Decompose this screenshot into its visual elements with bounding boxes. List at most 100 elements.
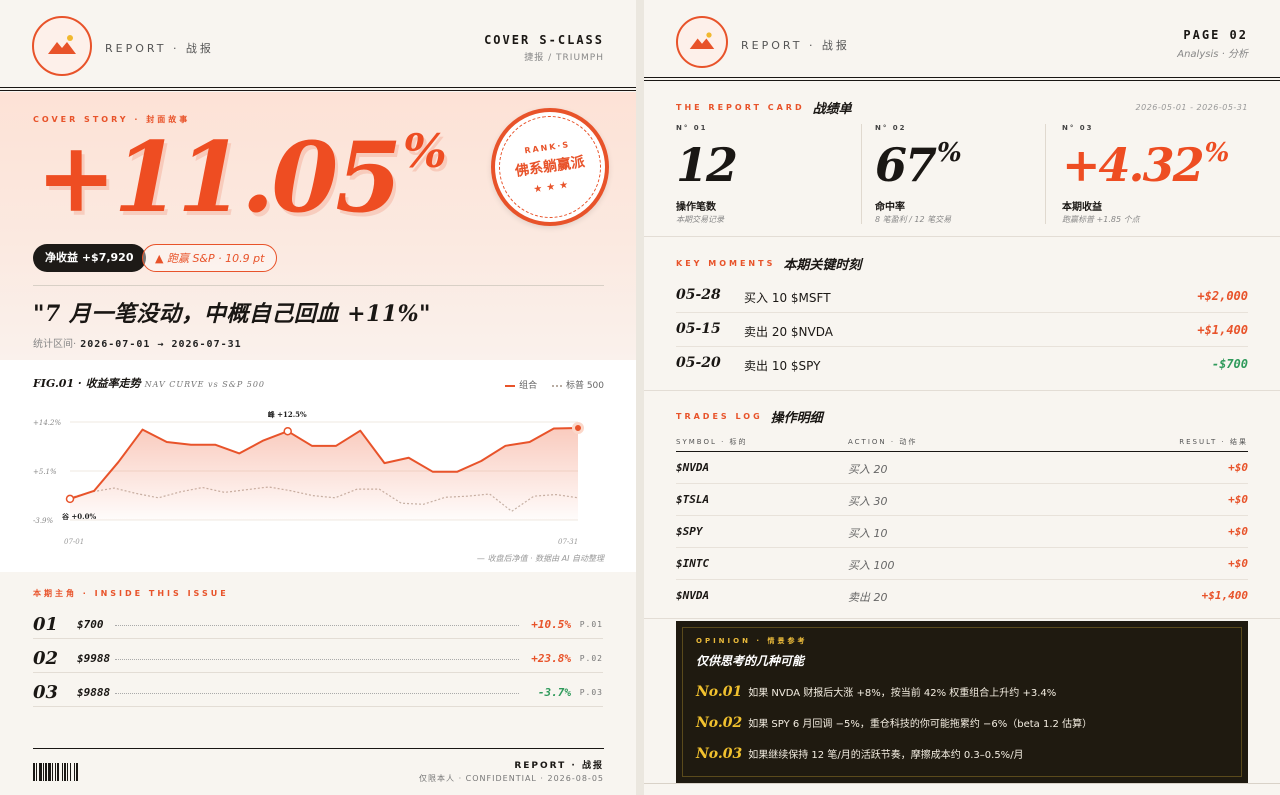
issue-number: 02 xyxy=(33,648,59,669)
moment-result: +$2,000 xyxy=(1197,289,1248,303)
stat-label: 命中率 xyxy=(875,202,905,213)
moment-action: 卖出 20 $NVDA xyxy=(744,325,833,339)
x-tick-label: 07-31 xyxy=(558,538,578,546)
stat-value-unit: % xyxy=(1204,138,1230,168)
barcode-bar xyxy=(39,763,42,781)
figure-note: — 收盘后净值 · 数据由 AI 自动整理 xyxy=(476,554,604,563)
y-tick-label: +14.2% xyxy=(33,419,61,427)
opinion-number: No.02 xyxy=(696,715,743,731)
trade-row[interactable]: $NVDA 卖出 20 +$1,400 xyxy=(676,580,1248,612)
report-card-heading: THE REPORT CARD 战绩单 xyxy=(676,97,852,117)
moment-row[interactable]: 05-15 卖出 20 $NVDA +$1,400 xyxy=(676,313,1248,347)
mountain-logo-icon xyxy=(676,16,728,68)
leader-dots xyxy=(115,693,519,694)
big-return-value: +11.05% xyxy=(36,128,447,226)
stat-note: 本期交易记录 xyxy=(676,215,724,224)
moments-title: 本期关键时刻 xyxy=(783,258,862,273)
trade-row[interactable]: $TSLA 买入 30 +$0 xyxy=(676,484,1248,516)
moment-action: 买入 10 $MSFT xyxy=(744,291,831,305)
trade-row[interactable]: $NVDA 买入 20 +$0 xyxy=(676,452,1248,484)
col-symbol: SYMBOL · 标的 xyxy=(676,438,748,446)
beat-sp-pill: ▲ 跑赢 S&P · 10.9 pt xyxy=(142,244,278,272)
header-rule xyxy=(644,77,1280,81)
trough-label: 谷 +0.0% xyxy=(62,512,96,521)
issue-page: P.01 xyxy=(579,620,603,629)
opinion-number: No.03 xyxy=(696,746,743,762)
moment-row[interactable]: 05-20 卖出 10 $SPY -$700 xyxy=(676,347,1248,381)
issue-row[interactable]: 03 $9888 -3.7% P.03 xyxy=(33,674,603,707)
point-end xyxy=(572,421,584,434)
issue-amount: $9988 xyxy=(77,652,111,665)
report-card-dates: 2026-05-01 - 2026-05-31 xyxy=(1135,103,1248,112)
trades-heading: TRADES LOG 操作明细 xyxy=(676,406,823,426)
trade-action: 卖出 20 xyxy=(848,591,888,604)
header-rule xyxy=(0,87,636,91)
stat-divider xyxy=(1045,124,1046,224)
y-tick-label: +5.1% xyxy=(33,468,57,476)
barcode-bar xyxy=(55,763,56,781)
stat-number: N° 03 xyxy=(1062,124,1094,132)
trade-result: +$0 xyxy=(1228,461,1248,474)
section-divider xyxy=(644,236,1280,237)
trade-row[interactable]: $SPY 买入 10 +$0 xyxy=(676,516,1248,548)
stat-value: 12 xyxy=(676,138,738,193)
opinion-number: No.01 xyxy=(696,684,743,700)
stat-value-number: 12 xyxy=(676,138,738,192)
stat-note: 8 笔盈利 / 12 笔交易 xyxy=(875,215,952,224)
stat-label: 本期收益 xyxy=(1062,202,1102,213)
opinion-panel: OPINION · 情景参考 仅供思考的几种可能 No.01 如果 NVDA 财报… xyxy=(676,621,1248,783)
rank-badge: RANK·S 佛系躺赢派 ★★★ xyxy=(491,108,609,226)
stat-number: N° 02 xyxy=(875,124,907,132)
trade-symbol: $TSLA xyxy=(676,493,710,506)
page-subtitle: Analysis · 分析 xyxy=(1177,49,1248,60)
trade-symbol: $NVDA xyxy=(676,589,710,602)
issue-row[interactable]: 01 $700 +10.5% P.01 xyxy=(33,606,603,639)
point-peak xyxy=(283,426,292,436)
moment-result: -$700 xyxy=(1211,357,1248,371)
stat-value-unit: % xyxy=(937,138,962,168)
report-card-kicker: THE REPORT CARD xyxy=(676,103,805,112)
trade-row[interactable]: $INTC 买入 100 +$0 xyxy=(676,548,1248,580)
header: REPORT · 战报 COVER S-CLASS 捷报 / TRIUMPH xyxy=(0,0,636,90)
big-return-number: +11.05 xyxy=(36,121,402,234)
stat-label: 操作笔数 xyxy=(676,202,716,213)
barcode-bar xyxy=(62,763,63,781)
barcode-bar xyxy=(70,763,71,781)
opinion-item: No.02 如果 SPY 6 月回调 −5%，重仓科技的你可能拖累约 −6%（be… xyxy=(696,712,1236,731)
moment-row[interactable]: 05-28 买入 10 $MSFT +$2,000 xyxy=(676,279,1248,313)
period: 统计区间· 2026-07-01 → 2026-07-31 xyxy=(33,335,242,350)
inside-kicker: 本期主角 · INSIDE THIS ISSUE xyxy=(33,589,229,598)
y-tick-label: -3.9% xyxy=(33,517,53,525)
moment-date: 05-15 xyxy=(676,321,721,337)
issue-amount: $700 xyxy=(77,618,104,631)
footer-rule xyxy=(33,748,604,749)
trade-result: +$0 xyxy=(1228,525,1248,538)
mountain-logo-icon xyxy=(32,16,92,76)
stat-note: 跑赢标普 +1.85 个点 xyxy=(1062,215,1140,224)
stat-card: N° 03 +4.32% 本期收益 跑赢标普 +1.85 个点 xyxy=(1062,124,1242,228)
stat-number: N° 01 xyxy=(676,124,708,132)
issue-amount: $9888 xyxy=(77,686,111,699)
issue-number: 01 xyxy=(33,614,59,635)
barcode-bar xyxy=(67,763,68,781)
page-number: PAGE 02 xyxy=(1183,28,1248,42)
moment-result: +$1,400 xyxy=(1197,323,1248,337)
trades-title: 操作明细 xyxy=(770,411,823,426)
issue-row[interactable]: 02 $9988 +23.8% P.02 xyxy=(33,640,603,673)
section-divider xyxy=(644,618,1280,619)
barcode-bar xyxy=(74,763,75,781)
footer-subtitle: 仅限本人 · CONFIDENTIAL · 2026-08-05 xyxy=(419,774,604,783)
cover-section: COVER STORY · 封面故事 +11.05% RANK·S 佛系躺赢派 … xyxy=(0,92,636,360)
trade-result: +$0 xyxy=(1228,493,1248,506)
leader-dots xyxy=(115,659,519,660)
barcode-bar xyxy=(64,763,66,781)
big-return-unit: % xyxy=(403,124,447,178)
brand-label: REPORT · 战报 xyxy=(741,39,850,52)
barcode-bar xyxy=(36,763,37,781)
stat-value-number: 67 xyxy=(875,138,937,192)
bottom-rule xyxy=(644,783,1280,784)
figure-nav-curve: FIG.01 · 收益率走势 NAV CURVE vs S&P 500 组合 标普… xyxy=(0,360,636,572)
footer-title: REPORT · 战报 xyxy=(514,761,604,771)
series-portfolio-area xyxy=(70,427,578,520)
issue-pct: +23.8% xyxy=(531,652,571,665)
